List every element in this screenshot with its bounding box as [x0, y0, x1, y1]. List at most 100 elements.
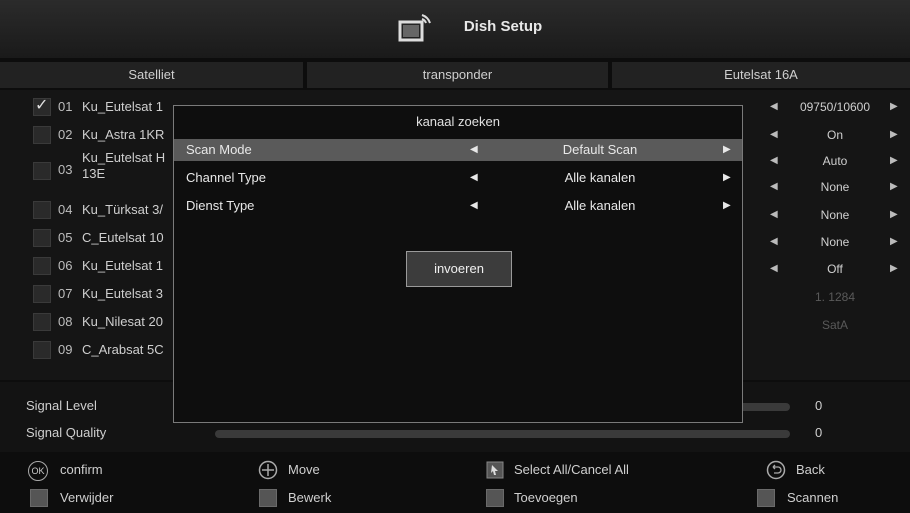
sat-name: Ku_Eutelsat 1 [82, 99, 163, 114]
sat-name: Ku_Türksat 3/ [82, 202, 163, 217]
right-arrow-icon[interactable]: ▶ [890, 94, 898, 120]
setting-row[interactable]: ◀ None ▶ [760, 202, 910, 228]
row-value: Alle kanalen [564, 198, 636, 213]
setting-row[interactable]: ◀ Off ▶ [760, 256, 910, 282]
right-arrow-icon[interactable]: ▶ [723, 195, 731, 217]
setting-value: Auto [822, 154, 848, 168]
select-all-hint: Select All/Cancel All [486, 461, 706, 482]
move-label: Move [288, 462, 320, 477]
sat-name: C_Arabsat 5C [82, 342, 164, 357]
checkbox[interactable] [33, 126, 51, 144]
edit-label: Bewerk [288, 490, 332, 505]
scan-hint[interactable]: Scannen [757, 489, 897, 509]
channel-type-row[interactable]: Channel Type ◀ Alle kanalen ▶ [174, 167, 742, 189]
confirm-hint: OK confirm [28, 461, 228, 482]
left-arrow-icon[interactable]: ◀ [770, 202, 778, 228]
checkbox[interactable] [33, 285, 51, 303]
signal-level-value: 0 [815, 398, 823, 413]
setting-value: SatA [821, 318, 848, 332]
left-arrow-icon[interactable]: ◀ [770, 256, 778, 282]
scan-dialog: kanaal zoeken Scan Mode ◀ Default Scan ▶… [173, 105, 743, 423]
color-key-icon [486, 489, 504, 507]
right-arrow-icon[interactable]: ▶ [890, 202, 898, 228]
color-key-icon [757, 489, 775, 507]
sat-number: 05 [58, 230, 73, 245]
left-arrow-icon[interactable]: ◀ [470, 139, 478, 161]
signal-quality-label: Signal Quality [26, 425, 107, 440]
column-satellite: Satelliet [0, 62, 303, 88]
setting-row[interactable]: ◀ Auto ▶ [760, 148, 910, 174]
row-value: Alle kanalen [564, 170, 636, 185]
service-type-row[interactable]: Dienst Type ◀ Alle kanalen ▶ [174, 195, 742, 217]
sat-number: 09 [58, 342, 73, 357]
checkbox[interactable] [33, 341, 51, 359]
checkbox[interactable] [33, 229, 51, 247]
add-hint[interactable]: Toevoegen [486, 489, 686, 509]
left-arrow-icon[interactable]: ◀ [770, 148, 778, 174]
left-arrow-icon[interactable]: ◀ [770, 94, 778, 120]
scan-mode-row[interactable]: Scan Mode ◀ Default Scan ▶ [174, 139, 742, 161]
sat-name: Ku_Eutelsat 1 [82, 258, 163, 273]
sat-number: 06 [58, 258, 73, 273]
right-arrow-icon[interactable]: ▶ [723, 167, 731, 189]
sat-number: 07 [58, 286, 73, 301]
sat-number: 02 [58, 127, 73, 142]
setting-row[interactable]: ◀ None ▶ [760, 174, 910, 200]
signal-quality-value: 0 [815, 425, 823, 440]
confirm-label: confirm [60, 462, 103, 477]
column-transponder[interactable]: transponder [307, 62, 608, 88]
checkbox[interactable] [33, 257, 51, 275]
scan-label: Scannen [787, 490, 839, 505]
left-arrow-icon[interactable]: ◀ [470, 195, 478, 217]
right-arrow-icon[interactable]: ▶ [890, 229, 898, 255]
edit-hint[interactable]: Bewerk [259, 489, 459, 509]
left-arrow-icon[interactable]: ◀ [470, 167, 478, 189]
checkbox[interactable] [33, 201, 51, 219]
column-current-satellite: Eutelsat 16A [612, 62, 910, 88]
delete-label: Verwijder [60, 490, 114, 505]
ok-icon: OK [28, 461, 48, 481]
setting-row-disabled: 1. 1284 [760, 284, 910, 310]
right-arrow-icon[interactable]: ▶ [723, 139, 731, 161]
checkbox[interactable] [33, 313, 51, 331]
page-title: Dish Setup [463, 18, 543, 35]
left-arrow-icon[interactable]: ◀ [770, 174, 778, 200]
right-arrow-icon[interactable]: ▶ [890, 148, 898, 174]
left-arrow-icon[interactable]: ◀ [770, 122, 778, 148]
setting-lnb-frequency[interactable]: ◀ 09750/10600 ▶ [760, 94, 910, 120]
sat-name-line2: 13E [82, 166, 106, 181]
left-arrow-icon[interactable]: ◀ [770, 229, 778, 255]
back-hint: Back [766, 460, 886, 482]
setting-value: None [820, 180, 850, 194]
setting-row[interactable]: ◀ None ▶ [760, 229, 910, 255]
dialog-title: kanaal zoeken [416, 114, 500, 129]
setting-value: None [820, 208, 850, 222]
setting-value: Off [827, 262, 843, 276]
signal-quality-bar [215, 430, 790, 438]
delete-hint[interactable]: Verwijder [30, 489, 230, 509]
sat-name: C_Eutelsat 10 [82, 230, 164, 245]
enter-button[interactable]: invoeren [406, 251, 512, 287]
right-arrow-icon[interactable]: ▶ [890, 256, 898, 282]
back-icon [766, 460, 786, 480]
setting-value: 1. 1284 [814, 290, 856, 304]
checkbox[interactable] [33, 93, 51, 119]
setting-row-disabled: SatA [760, 312, 910, 338]
setting-value: 09750/10600 [799, 100, 871, 114]
add-label: Toevoegen [514, 490, 578, 505]
sat-number: 08 [58, 314, 73, 329]
right-arrow-icon[interactable]: ▶ [890, 174, 898, 200]
sat-number: 04 [58, 202, 73, 217]
move-hint: Move [258, 460, 458, 482]
back-label: Back [796, 462, 825, 477]
sat-name: Ku_Nilesat 20 [82, 314, 163, 329]
row-label: Dienst Type [186, 198, 255, 213]
checkbox[interactable] [33, 162, 51, 180]
right-arrow-icon[interactable]: ▶ [890, 122, 898, 148]
color-key-icon [30, 489, 48, 507]
row-label: Scan Mode [186, 142, 252, 157]
select-icon [486, 461, 504, 479]
setting-row[interactable]: ◀ On ▶ [760, 122, 910, 148]
signal-level-label: Signal Level [26, 398, 97, 413]
setting-value: On [826, 128, 843, 142]
